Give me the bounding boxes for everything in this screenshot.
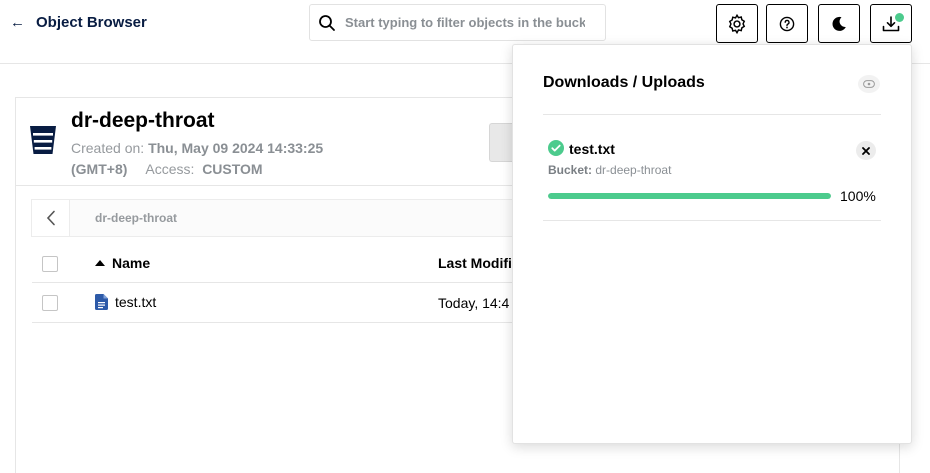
- access-value: CUSTOM: [202, 161, 263, 177]
- gear-icon: [728, 13, 746, 34]
- sort-ascending-icon: [95, 260, 105, 266]
- column-header-name[interactable]: Name: [95, 255, 150, 271]
- file-name: test.txt: [115, 294, 157, 310]
- transfer-progress-percent: 100%: [840, 188, 876, 204]
- file-last-modified: Today, 14:4: [438, 295, 510, 311]
- settings-button[interactable]: [716, 4, 758, 43]
- search-input[interactable]: [345, 15, 585, 30]
- page-title: Object Browser: [36, 14, 147, 31]
- transfer-bucket-label: Bucket:: [548, 163, 593, 177]
- dark-mode-toggle[interactable]: [818, 4, 860, 43]
- bucket-info-card: dr-deep-throat Created on: Thu, May 09 2…: [15, 97, 520, 186]
- downloads-uploads-button[interactable]: [870, 4, 912, 43]
- downloads-uploads-panel: Downloads / Uploads test.txt Bucket: dr-…: [512, 44, 912, 444]
- bucket-access: (GMT+8) Access: CUSTOM: [71, 160, 263, 178]
- file-name-cell[interactable]: test.txt: [95, 294, 156, 310]
- bucket-created: Created on: Thu, May 09 2024 14:33:25: [71, 139, 323, 157]
- hide-panel-button[interactable]: [858, 75, 880, 93]
- transfer-progress-fill: [548, 193, 831, 199]
- file-text-icon: [95, 294, 108, 310]
- arrow-left-icon: ←: [10, 14, 25, 31]
- bucket-name: dr-deep-throat: [71, 109, 215, 132]
- column-header-last-modified[interactable]: Last Modifi: [438, 255, 512, 271]
- row-checkbox[interactable]: [42, 295, 58, 311]
- help-button[interactable]: [766, 4, 808, 43]
- back-to-object-browser[interactable]: ← Object Browser: [10, 13, 147, 33]
- download-status-dot: [895, 13, 904, 22]
- created-label: Created on:: [71, 140, 145, 156]
- created-value: Thu, May 09 2024 14:33:25: [148, 140, 324, 156]
- search-icon: [319, 14, 335, 31]
- breadcrumb[interactable]: dr-deep-throat: [95, 211, 177, 225]
- help-circle-icon: [779, 16, 795, 31]
- transfer-item: test.txt Bucket: dr-deep-throat 100%: [543, 115, 881, 221]
- remove-transfer-button[interactable]: [856, 141, 876, 160]
- check-circle-icon: [548, 140, 564, 156]
- search-box[interactable]: [309, 4, 606, 41]
- transfer-file-name: test.txt: [569, 141, 615, 157]
- panel-title: Downloads / Uploads: [543, 74, 705, 91]
- access-label: Access:: [145, 161, 195, 177]
- created-timezone: (GMT+8): [71, 161, 128, 177]
- column-name-label: Name: [112, 255, 151, 271]
- select-all-checkbox[interactable]: [42, 256, 58, 272]
- breadcrumb-back-button[interactable]: [32, 200, 70, 236]
- close-icon: [862, 146, 870, 155]
- transfer-bucket: Bucket: dr-deep-throat: [548, 163, 671, 177]
- eye-off-icon: [863, 80, 875, 88]
- chevron-left-icon: [46, 210, 55, 226]
- transfer-bucket-value: dr-deep-throat: [595, 163, 672, 177]
- transfer-progress-bar: [548, 193, 831, 199]
- bucket-icon: [30, 126, 56, 154]
- moon-icon: [832, 16, 846, 31]
